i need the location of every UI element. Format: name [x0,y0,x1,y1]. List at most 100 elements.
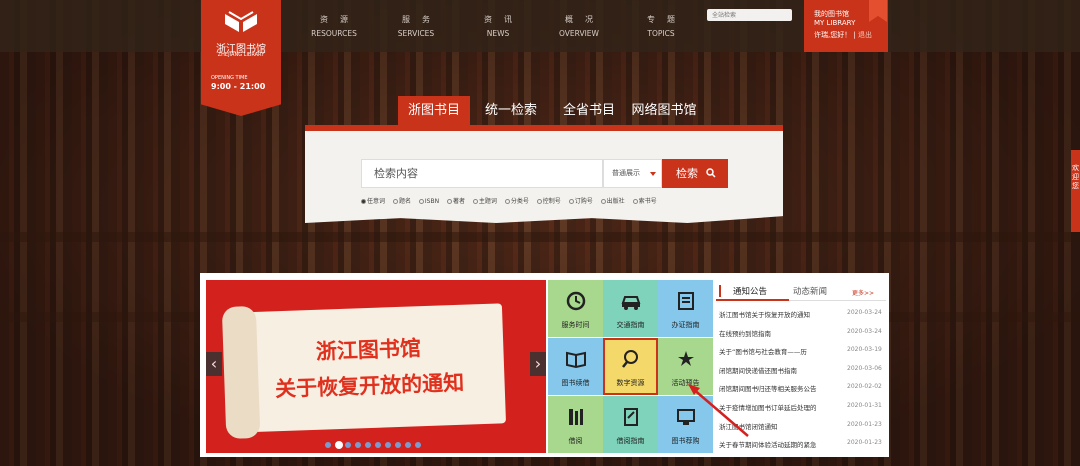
service-tile[interactable]: 借阅指南 [603,396,658,453]
site-search-input[interactable] [707,9,792,21]
banner-carousel[interactable]: 浙江图书馆 关于恢复开放的通知 [206,280,546,453]
carousel-dot[interactable] [405,442,411,448]
tab-online-library[interactable]: 网络图书馆 [628,96,700,125]
radio-order-no[interactable]: 订购号 [568,198,596,205]
my-library-label-cn: 我的图书馆 [814,10,849,18]
banner-subtitle: 关于恢复开放的通知 [274,370,465,402]
radio-class-no[interactable]: 分类号 [504,198,532,205]
dropdown-arrow-icon [650,172,656,176]
news-item[interactable]: 在线预约到馆指南 2020-03-24 [719,328,886,346]
radio-isbn[interactable]: ISBN [418,198,442,205]
service-tile[interactable]: 服务时间 [548,280,603,337]
clock-icon [548,290,603,314]
nav-label-en: NEWS [486,29,510,38]
nav-label-cn: 资源 [320,15,360,24]
radio-publisher[interactable]: 出版社 [600,198,628,205]
news-item[interactable]: 闭馆期间快递借还图书指南 2020-03-06 [719,365,886,383]
nav-label-en: OVERVIEW [559,29,599,38]
nav-label-cn: 服务 [402,15,442,24]
carousel-dot[interactable] [375,442,381,448]
news-item[interactable]: 关于“图书馆与社会教育——历 2020-03-19 [719,346,886,364]
service-tile[interactable]: 交通指南 [603,280,658,337]
tab-notices[interactable]: 通知公告 [719,285,767,297]
nav-resources[interactable]: 资源 RESOURCES [294,14,374,38]
news-date: 2020-01-23 [847,439,882,447]
search-doc-icon [603,348,658,372]
news-item[interactable]: 关于春节期间体验活动延期的紧急 2020-01-23 [719,439,886,457]
radio-call-no[interactable]: 索书号 [632,198,660,205]
banner-title: 浙江图书馆 [315,336,422,364]
news-title: 闭馆期间快递借还图书指南 [719,366,797,375]
search-input[interactable]: 检索内容 [361,159,603,188]
carousel-next-button[interactable]: › [530,352,546,376]
tab-news[interactable]: 动态新闻 [793,285,827,297]
display-mode-select[interactable]: 普通展示 [603,159,662,188]
service-tile[interactable]: 图书荐购 [658,396,713,453]
nav-label-cn: 概况 [565,15,605,24]
carousel-dot[interactable] [345,442,351,448]
news-title: 浙江图书馆闭馆通知 [719,422,778,431]
tab-province-catalog[interactable]: 全省书目 [554,96,624,125]
carousel-dot[interactable] [355,442,361,448]
news-date: 2020-02-02 [847,383,882,391]
carousel-dot[interactable] [325,442,331,448]
news-item[interactable]: 浙江图书馆闭馆通知 2020-01-23 [719,421,886,439]
service-label: 借阅指南 [616,437,645,445]
radio-title[interactable]: 题名 [392,198,414,205]
carousel-dot[interactable] [415,442,421,448]
carousel-dot[interactable] [385,442,391,448]
tab-unified-search[interactable]: 统一检索 [476,96,546,125]
nav-overview[interactable]: 概况 OVERVIEW [539,14,619,38]
service-tile[interactable]: 图书续借 [548,338,603,395]
carousel-dot[interactable] [395,442,401,448]
service-label: 服务时间 [561,321,590,329]
logout-link[interactable]: 退出 [858,31,872,39]
search-button-label: 检索 [676,167,698,180]
news-date: 2020-01-31 [847,402,882,409]
library-logo[interactable]: 浙江图书馆 ZHEJIANG LIBRARY OPENING TIME 9:00… [201,0,281,116]
service-label: 交通指南 [616,321,645,329]
service-tile[interactable]: 数字资源 [603,338,658,395]
service-label: 数字资源 [616,379,645,387]
news-date: 2020-03-24 [847,327,882,335]
search-button[interactable]: 检索 [662,159,728,188]
news-date: 2020-03-19 [847,346,882,354]
news-title: 浙江图书馆关于恢复开放的通知 [719,311,810,319]
service-label: 活动预告 [671,379,700,387]
service-tile[interactable]: 借阅 [548,396,603,453]
tab-zhetu-catalog[interactable]: 浙图书目 [398,96,470,125]
my-library-label-en: MY LIBRARY [814,19,856,27]
side-float-tab[interactable]: 欢迎您 [1071,150,1080,232]
nav-news[interactable]: 资讯 NEWS [458,14,538,38]
search-field-options: 任意词 题名 ISBN 著者 主题词 分类号 控制号 订购号 出版社 索书号 [361,196,663,205]
service-tile[interactable]: 办证指南 [658,280,713,337]
service-label: 办证指南 [671,321,700,329]
radio-control-no[interactable]: 控制号 [536,198,564,205]
nav-topics[interactable]: 专题 TOPICS [621,14,701,38]
news-item[interactable]: 闭馆期间图书归还等相关服务公告 2020-02-02 [719,383,886,401]
carousel-dot[interactable] [365,442,371,448]
nav-label-en: TOPICS [647,29,675,38]
carousel-prev-button[interactable]: ‹ [206,352,222,376]
scroll-roll [221,305,261,440]
news-title: 闭馆期间图书归还等相关服务公告 [719,385,817,394]
radio-subject[interactable]: 主题词 [472,198,500,205]
banner-scroll-image: 浙江图书馆 关于恢复开放的通知 [221,303,507,440]
radio-author[interactable]: 著者 [446,198,468,205]
more-link[interactable]: 更多>> [852,288,874,297]
computer-icon [658,406,713,430]
carousel-dot[interactable] [335,441,343,449]
bookshelf-icon [548,406,603,430]
news-panel: 通知公告 动态新闻 更多>> 浙江图书馆关于恢复开放的通知 2020-03-24 在… [716,280,886,453]
news-item[interactable]: 关于疫情增加图书订单延后处理的 2020-01-31 [719,402,886,420]
nav-services[interactable]: 服务 SERVICES [376,14,456,38]
service-label: 借阅 [568,437,583,445]
service-label: 图书荐购 [671,437,700,445]
news-date: 2020-03-24 [847,309,882,316]
opening-hours: 9:00 - 21:00 [211,82,266,91]
radio-any-word[interactable]: 任意词 [361,198,388,205]
news-date: 2020-01-23 [847,420,882,428]
news-item[interactable]: 浙江图书馆关于恢复开放的通知 2020-03-24 [719,309,886,327]
service-tile[interactable]: 活动预告 [658,338,713,395]
logo-name-en: ZHEJIANG LIBRARY [217,52,265,58]
